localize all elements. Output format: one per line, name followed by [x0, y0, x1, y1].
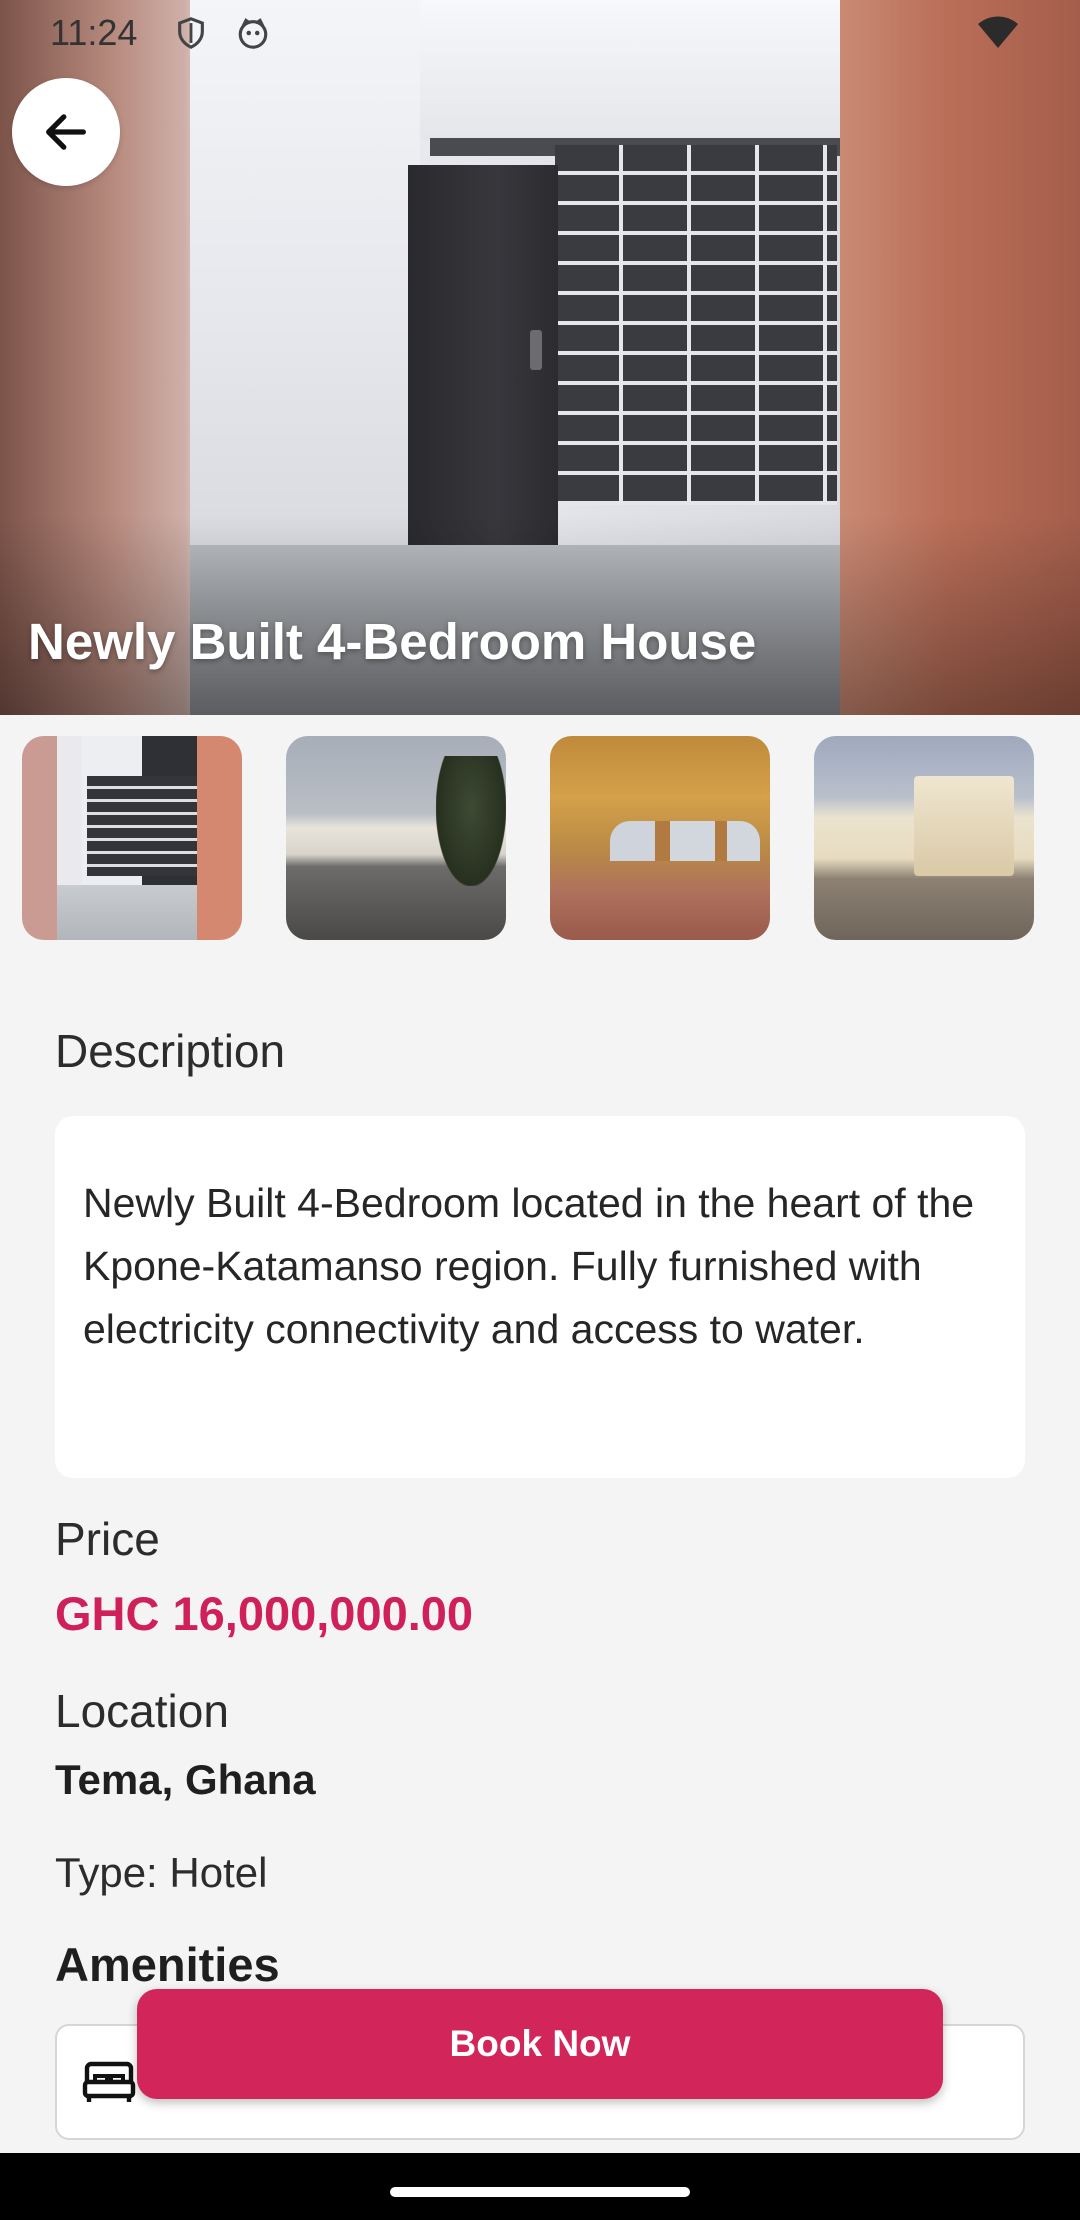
location-heading: Location: [55, 1685, 229, 1737]
hero-image: Newly Built 4-Bedroom House: [0, 0, 1080, 715]
cat-face-icon: [238, 18, 268, 49]
price-value: GHC 16,000,000.00: [55, 1587, 474, 1640]
thumbnail-strip: [0, 736, 1080, 940]
description-text: Newly Built 4-Bedroom located in the hea…: [83, 1180, 975, 1352]
thumbnail-2[interactable]: [286, 736, 506, 940]
location-value: Tema, Ghana: [55, 1756, 316, 1803]
status-bar: 11:24: [0, 0, 1080, 66]
property-type: Type: Hotel: [55, 1849, 268, 1896]
description-card: Newly Built 4-Bedroom located in the hea…: [55, 1116, 1025, 1478]
property-title: Newly Built 4-Bedroom House: [28, 613, 757, 670]
shield-icon: [178, 17, 204, 49]
thumbnail-4[interactable]: [814, 736, 1034, 940]
description-heading: Description: [55, 1025, 286, 1077]
back-button[interactable]: [12, 78, 120, 186]
thumbnail-3[interactable]: [550, 736, 770, 940]
arrow-left-icon: [46, 114, 86, 150]
book-now-button[interactable]: Book Now: [137, 1989, 943, 2099]
home-indicator[interactable]: [390, 2187, 690, 2197]
wifi-icon: [978, 16, 1018, 48]
status-time: 11:24: [50, 12, 138, 53]
amenities-heading: Amenities: [55, 1938, 280, 1991]
price-heading: Price: [55, 1513, 160, 1565]
navigation-bar: [0, 2153, 1080, 2220]
bed-icon: [82, 2061, 136, 2102]
thumbnail-1[interactable]: [22, 736, 242, 940]
